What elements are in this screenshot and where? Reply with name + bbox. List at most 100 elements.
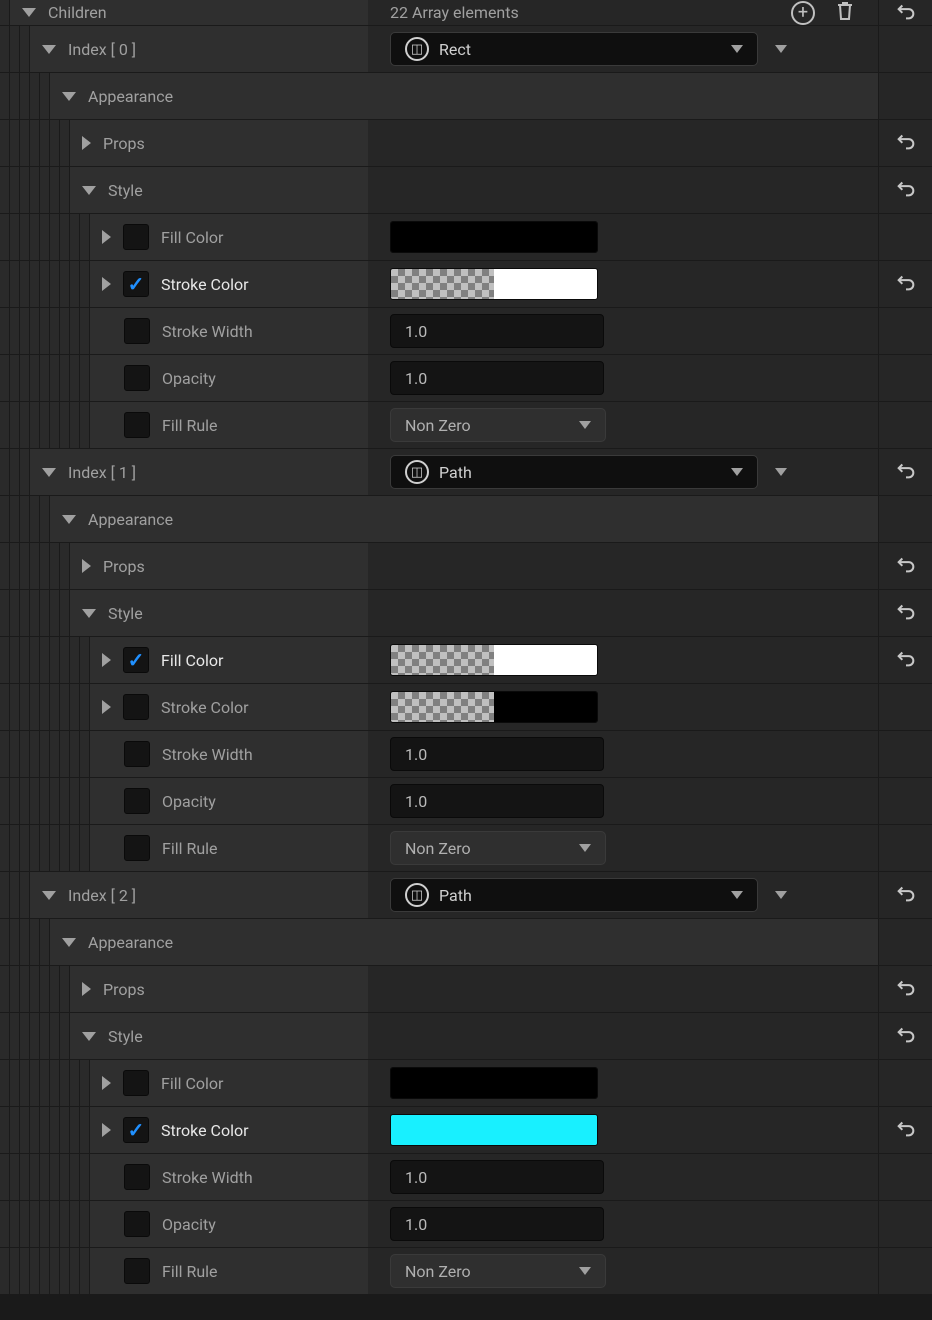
color-swatch[interactable] xyxy=(390,221,598,253)
stroke-color-label: Stroke Color xyxy=(161,275,249,294)
undo-icon[interactable] xyxy=(895,1117,917,1143)
reset-button[interactable] xyxy=(878,449,932,495)
undo-icon[interactable] xyxy=(895,600,917,626)
reset-button[interactable] xyxy=(878,120,932,166)
undo-icon[interactable] xyxy=(895,647,917,673)
stroke-color-checkbox[interactable] xyxy=(123,1117,149,1143)
expand-toggle-icon[interactable] xyxy=(82,136,91,150)
fill-rule-checkbox[interactable] xyxy=(124,412,150,438)
fill-rule-checkbox[interactable] xyxy=(124,835,150,861)
undo-icon[interactable] xyxy=(895,130,917,156)
reset-button[interactable] xyxy=(878,1013,932,1059)
color-swatch[interactable] xyxy=(390,268,598,300)
opacity-input[interactable]: 1.0 xyxy=(390,784,604,818)
chevron-down-icon xyxy=(731,468,743,476)
expand-toggle-icon[interactable] xyxy=(62,515,76,524)
stroke-width-input[interactable]: 1.0 xyxy=(390,314,604,348)
expand-toggle-icon[interactable] xyxy=(82,559,91,573)
element-type-dropdown[interactable]: ◫ Rect xyxy=(390,32,758,66)
opacity-input[interactable]: 1.0 xyxy=(390,361,604,395)
fill-rule-value: Non Zero xyxy=(405,839,471,858)
options-chevron-icon[interactable] xyxy=(772,886,790,904)
color-swatch[interactable] xyxy=(390,1067,598,1099)
fill-rule-dropdown[interactable]: Non Zero xyxy=(390,408,606,442)
undo-icon[interactable] xyxy=(895,177,917,203)
stroke-width-checkbox[interactable] xyxy=(124,741,150,767)
undo-icon[interactable] xyxy=(895,882,917,908)
stroke-color-checkbox[interactable] xyxy=(123,271,149,297)
reset-button[interactable] xyxy=(878,1107,932,1153)
chevron-down-icon xyxy=(731,891,743,899)
reset-button[interactable] xyxy=(878,590,932,636)
appearance-label: Appearance xyxy=(88,933,173,952)
fill-rule-value: Non Zero xyxy=(405,1262,471,1281)
expand-toggle-icon[interactable] xyxy=(102,230,111,244)
reset-button[interactable] xyxy=(878,261,932,307)
expand-toggle-icon[interactable] xyxy=(42,891,56,900)
fill-rule-label: Fill Rule xyxy=(162,839,218,858)
index-label: Index [ 2 ] xyxy=(68,886,136,905)
expand-toggle-icon[interactable] xyxy=(42,468,56,477)
fill-color-checkbox[interactable] xyxy=(123,647,149,673)
reset-button[interactable] xyxy=(878,872,932,918)
expand-toggle-icon[interactable] xyxy=(102,653,111,667)
stroke-width-checkbox[interactable] xyxy=(124,1164,150,1190)
opacity-label: Opacity xyxy=(162,792,216,811)
stroke-color-checkbox[interactable] xyxy=(123,694,149,720)
expand-toggle-icon[interactable] xyxy=(62,938,76,947)
element-type-dropdown[interactable]: ◫ Path xyxy=(390,455,758,489)
expand-toggle-icon[interactable] xyxy=(82,982,91,996)
opacity-input[interactable]: 1.0 xyxy=(390,1207,604,1241)
expand-toggle-icon[interactable] xyxy=(62,92,76,101)
expand-toggle-icon[interactable] xyxy=(102,277,111,291)
fill-rule-dropdown[interactable]: Non Zero xyxy=(390,831,606,865)
stroke-width-checkbox[interactable] xyxy=(124,318,150,344)
element-type-dropdown[interactable]: ◫ Path xyxy=(390,878,758,912)
expand-toggle-icon[interactable] xyxy=(82,609,96,618)
reset-button xyxy=(878,919,932,965)
add-element-icon[interactable]: + xyxy=(791,1,815,25)
reset-button[interactable] xyxy=(878,543,932,589)
color-swatch[interactable] xyxy=(390,644,598,676)
color-swatch[interactable] xyxy=(390,1114,598,1146)
fill-color-checkbox[interactable] xyxy=(123,224,149,250)
reset-button[interactable] xyxy=(878,637,932,683)
expand-toggle-icon[interactable] xyxy=(82,1032,96,1041)
expand-toggle-icon[interactable] xyxy=(22,8,36,17)
undo-icon[interactable] xyxy=(895,271,917,297)
undo-icon[interactable] xyxy=(895,1023,917,1049)
expand-toggle-icon[interactable] xyxy=(102,1076,111,1090)
expand-toggle-icon[interactable] xyxy=(102,700,111,714)
cube-icon: ◫ xyxy=(405,460,429,484)
delete-icon[interactable] xyxy=(835,0,855,26)
reset-button[interactable] xyxy=(878,0,932,25)
reset-button xyxy=(878,214,932,260)
reset-button xyxy=(878,402,932,448)
opacity-checkbox[interactable] xyxy=(124,1211,150,1237)
expand-toggle-icon[interactable] xyxy=(42,45,56,54)
expand-toggle-icon[interactable] xyxy=(102,1123,111,1137)
reset-button xyxy=(878,1060,932,1106)
fill-rule-dropdown[interactable]: Non Zero xyxy=(390,1254,606,1288)
color-swatch[interactable] xyxy=(390,691,598,723)
fill-rule-checkbox[interactable] xyxy=(124,1258,150,1284)
style-label: Style xyxy=(108,181,143,200)
fill-color-checkbox[interactable] xyxy=(123,1070,149,1096)
opacity-checkbox[interactable] xyxy=(124,788,150,814)
undo-icon[interactable] xyxy=(895,976,917,1002)
stroke-width-input[interactable]: 1.0 xyxy=(390,1160,604,1194)
reset-button xyxy=(878,731,932,777)
stroke-width-input[interactable]: 1.0 xyxy=(390,737,604,771)
reset-button[interactable] xyxy=(878,167,932,213)
options-chevron-icon[interactable] xyxy=(772,463,790,481)
expand-toggle-icon[interactable] xyxy=(82,186,96,195)
undo-icon[interactable] xyxy=(895,553,917,579)
reset-button[interactable] xyxy=(878,966,932,1012)
stroke-color-label: Stroke Color xyxy=(161,1121,249,1140)
opacity-label: Opacity xyxy=(162,1215,216,1234)
undo-icon[interactable] xyxy=(895,459,917,485)
element-type-value: Rect xyxy=(439,40,471,59)
opacity-checkbox[interactable] xyxy=(124,365,150,391)
undo-icon[interactable] xyxy=(895,0,917,26)
options-chevron-icon[interactable] xyxy=(772,40,790,58)
